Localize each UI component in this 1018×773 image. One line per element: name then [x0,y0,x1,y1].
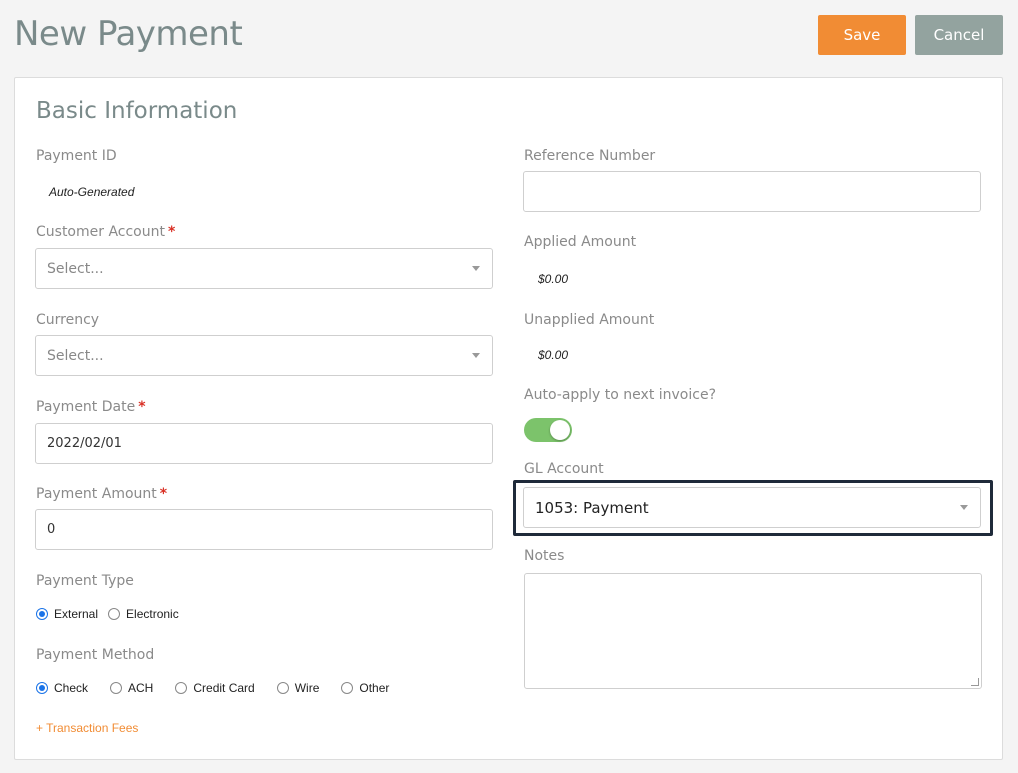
payment-amount-label: Payment Amount * [36,486,168,502]
payment-method-option-ach[interactable]: ACH [110,681,153,695]
basic-information-card: Basic Information Payment ID Auto-Genera… [14,77,1003,760]
save-button[interactable]: Save [818,15,906,55]
radio-checked-icon[interactable] [36,608,48,620]
toggle-knob [550,420,570,440]
section-title: Basic Information [36,98,238,124]
payment-method-option-wire[interactable]: Wire [276,681,319,695]
payment-type-option-external[interactable]: External [36,607,98,621]
required-marker: * [138,399,146,415]
chevron-down-icon [472,353,480,358]
applied-amount-value: $0.00 [538,272,569,286]
payment-method-option-credit-card[interactable]: Credit Card [175,681,255,695]
radio-unchecked-icon[interactable] [276,682,289,694]
payment-method-option-check[interactable]: Check [36,681,88,695]
radio-checked-icon[interactable] [36,682,48,694]
customer-account-select[interactable]: Select... [35,248,493,289]
unapplied-amount-value: $0.00 [538,348,569,362]
payment-method-option-other[interactable]: Other [341,681,389,695]
radio-unchecked-icon[interactable] [175,682,188,694]
resize-handle-icon[interactable] [971,678,979,686]
currency-placeholder: Select... [47,347,104,364]
radio-unchecked-icon[interactable] [108,608,121,620]
customer-account-placeholder: Select... [47,260,104,277]
notes-textarea[interactable] [524,573,982,689]
customer-account-label: Customer Account * [36,224,176,240]
reference-number-label: Reference Number [524,148,656,164]
auto-apply-label: Auto-apply to next invoice? [524,387,717,403]
payment-type-label: Payment Type [36,573,134,589]
transaction-fees-link[interactable]: + Transaction Fees [36,721,138,735]
payment-type-option-electronic[interactable]: Electronic [108,607,179,621]
payment-date-input[interactable]: 2022/02/01 [35,423,493,464]
gl-account-value: 1053: Payment [535,498,649,517]
gl-account-select[interactable]: 1053: Payment [523,487,981,528]
currency-select[interactable]: Select... [35,335,493,376]
chevron-down-icon [472,266,480,271]
payment-method-radio-group: Check ACH Credit Card Wire Other [36,681,389,695]
gl-account-label: GL Account [524,461,604,477]
payment-amount-input[interactable]: 0 [35,509,493,550]
required-marker: * [167,224,176,240]
radio-unchecked-icon[interactable] [341,682,354,694]
radio-unchecked-icon[interactable] [110,682,123,694]
payment-id-label: Payment ID [36,148,117,164]
currency-label: Currency [36,312,100,328]
payment-method-label: Payment Method [36,647,155,663]
applied-amount-label: Applied Amount [524,234,637,250]
notes-label: Notes [524,548,565,564]
page-title: New Payment [14,14,243,54]
chevron-down-icon [960,505,968,510]
required-marker: * [159,486,168,502]
unapplied-amount-label: Unapplied Amount [524,312,655,328]
cancel-button[interactable]: Cancel [915,15,1003,55]
auto-apply-toggle[interactable] [524,418,572,442]
reference-number-input[interactable] [523,171,981,212]
payment-id-value: Auto-Generated [49,185,135,199]
payment-date-label: Payment Date * [36,399,146,415]
payment-type-radio-group: External Electronic [36,607,179,621]
